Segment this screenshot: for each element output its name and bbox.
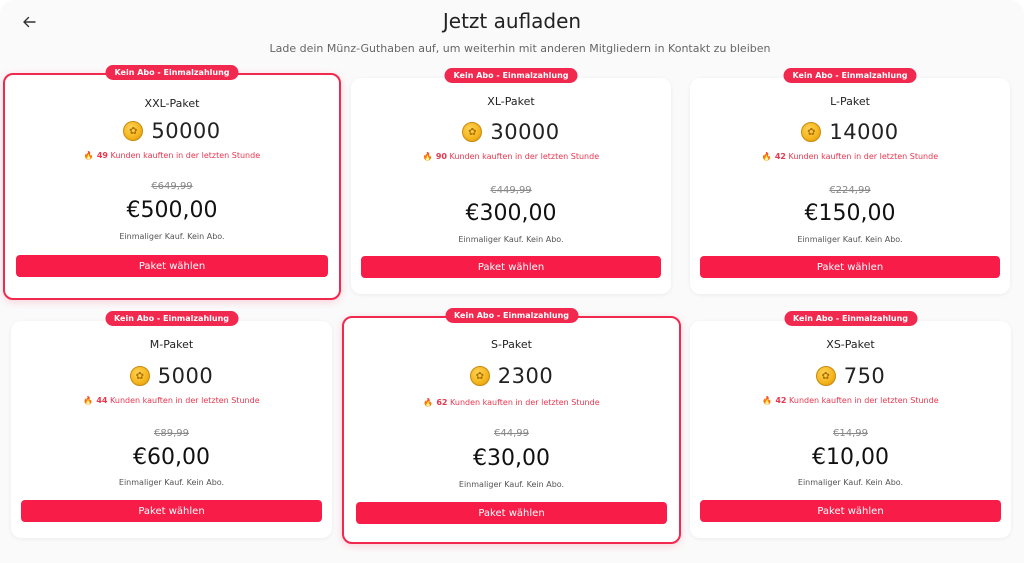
fire-icon: 🔥 <box>423 398 434 407</box>
coin-amount: 750 <box>843 364 886 388</box>
select-package-button[interactable]: Paket wählen <box>16 255 328 277</box>
purchase-note: Einmaliger Kauf. Kein Abo. <box>118 478 225 487</box>
buyers-text: Kunden kauften in der letzten Stunde <box>788 152 939 161</box>
buyers-text: Kunden kauften in der letzten Stunde <box>110 396 260 405</box>
buyers-count: 44 <box>96 396 108 405</box>
fire-icon: 🔥 <box>83 396 94 405</box>
old-price: €44,99 <box>494 428 529 439</box>
coin-icon: ✿ <box>123 121 144 141</box>
coin-amount: 30000 <box>490 120 560 144</box>
package-card-s: Kein Abo - Einmalzahlung S-Paket ✿ 2300 … <box>342 308 681 544</box>
buyers-text: Kunden kauften in der letzten Stunde <box>450 398 600 407</box>
recent-buyers: 🔥 42 Kunden kauften in der letzten Stunde <box>690 152 1010 161</box>
old-price: €649,99 <box>151 181 193 192</box>
coin-icon: ✿ <box>129 366 150 386</box>
old-price: €449,99 <box>490 185 532 196</box>
package-name: L-Paket <box>830 95 870 108</box>
package-name: XL-Paket <box>487 95 535 108</box>
package-name: M-Paket <box>149 338 194 351</box>
buyers-text: Kunden kauften in der letzten Stunde <box>110 151 261 160</box>
coin-amount-row: ✿ 750 <box>690 364 1011 388</box>
no-subscription-badge: Kein Abo - Einmalzahlung <box>105 65 239 80</box>
recent-buyers: 🔥 90 Kunden kauften in der letzten Stunde <box>351 152 671 161</box>
fire-icon: 🔥 <box>83 151 94 160</box>
buyers-count: 49 <box>96 151 108 160</box>
no-subscription-badge: Kein Abo - Einmalzahlung <box>444 68 578 83</box>
recent-buyers: 🔥 49 Kunden kauften in der letzten Stunde <box>5 151 339 160</box>
purchase-note: Einmaliger Kauf. Kein Abo. <box>458 480 565 489</box>
coin-icon: ✿ <box>815 366 836 386</box>
buyers-count: 42 <box>774 152 786 161</box>
purchase-note: Einmaliger Kauf. Kein Abo. <box>797 478 904 487</box>
coin-amount: 50000 <box>151 119 221 143</box>
package-name: XS-Paket <box>826 338 875 351</box>
select-package-button[interactable]: Paket wählen <box>361 256 661 278</box>
buyers-count: 42 <box>775 396 787 405</box>
coin-amount-row: ✿ 14000 <box>690 120 1010 144</box>
coin-amount-row: ✿ 50000 <box>5 119 339 143</box>
old-price: €14,99 <box>833 428 868 439</box>
old-price: €224,99 <box>829 185 871 196</box>
price: €60,00 <box>133 445 210 470</box>
package-name: XXL-Paket <box>144 97 200 110</box>
price: €300,00 <box>465 201 557 226</box>
page: Jetzt aufladen Lade dein Münz-Guthaben a… <box>0 0 1024 563</box>
purchase-note: Einmaliger Kauf. Kein Abo. <box>797 235 903 244</box>
price: €30,00 <box>473 446 550 471</box>
package-name: S-Paket <box>491 338 532 351</box>
fire-icon: 🔥 <box>762 396 773 405</box>
fire-icon: 🔥 <box>422 152 433 161</box>
select-package-button[interactable]: Paket wählen <box>700 500 1001 522</box>
buyers-text: Kunden kauften in der letzten Stunde <box>449 152 600 161</box>
coin-icon: ✿ <box>469 366 490 386</box>
old-price: €89,99 <box>154 428 189 439</box>
purchase-note: Einmaliger Kauf. Kein Abo. <box>119 232 225 241</box>
package-card-xs: Kein Abo - Einmalzahlung XS-Paket ✿ 750 … <box>690 311 1011 538</box>
select-package-button[interactable]: Paket wählen <box>21 500 322 522</box>
no-subscription-badge: Kein Abo - Einmalzahlung <box>445 308 578 323</box>
package-card-xl: Kein Abo - Einmalzahlung XL-Paket ✿ 3000… <box>351 68 671 294</box>
purchase-note: Einmaliger Kauf. Kein Abo. <box>458 235 564 244</box>
package-card-m: Kein Abo - Einmalzahlung M-Paket ✿ 5000 … <box>11 311 332 538</box>
price: €150,00 <box>804 201 896 226</box>
recent-buyers: 🔥 42 Kunden kauften in der letzten Stunde <box>690 396 1011 405</box>
fire-icon: 🔥 <box>761 152 772 161</box>
no-subscription-badge: Kein Abo - Einmalzahlung <box>783 68 917 83</box>
no-subscription-badge: Kein Abo - Einmalzahlung <box>105 311 238 326</box>
coin-icon: ✿ <box>462 122 483 142</box>
package-card-xxl: Kein Abo - Einmalzahlung XXL-Paket ✿ 500… <box>3 65 341 300</box>
coin-amount-row: ✿ 30000 <box>351 120 671 144</box>
recent-buyers: 🔥 62 Kunden kauften in der letzten Stunde <box>344 398 679 407</box>
coin-amount-row: ✿ 5000 <box>11 364 332 388</box>
coin-amount: 14000 <box>829 120 899 144</box>
page-title: Jetzt aufladen <box>442 9 582 33</box>
coin-amount-row: ✿ 2300 <box>344 364 679 388</box>
coin-amount: 5000 <box>157 364 214 388</box>
buyers-text: Kunden kauften in der letzten Stunde <box>789 396 939 405</box>
price: €10,00 <box>812 445 889 470</box>
price: €500,00 <box>126 198 218 223</box>
buyers-count: 90 <box>435 152 447 161</box>
package-card-l: Kein Abo - Einmalzahlung L-Paket ✿ 14000… <box>690 68 1010 294</box>
recent-buyers: 🔥 44 Kunden kauften in der letzten Stunde <box>11 396 332 405</box>
coin-icon: ✿ <box>801 122 822 142</box>
no-subscription-badge: Kein Abo - Einmalzahlung <box>784 311 917 326</box>
page-subtitle: Lade dein Münz-Guthaben auf, um weiterhi… <box>269 42 771 55</box>
buyers-count: 62 <box>436 398 448 407</box>
select-package-button[interactable]: Paket wählen <box>356 502 667 524</box>
coin-amount: 2300 <box>497 364 554 388</box>
select-package-button[interactable]: Paket wählen <box>700 256 1000 278</box>
